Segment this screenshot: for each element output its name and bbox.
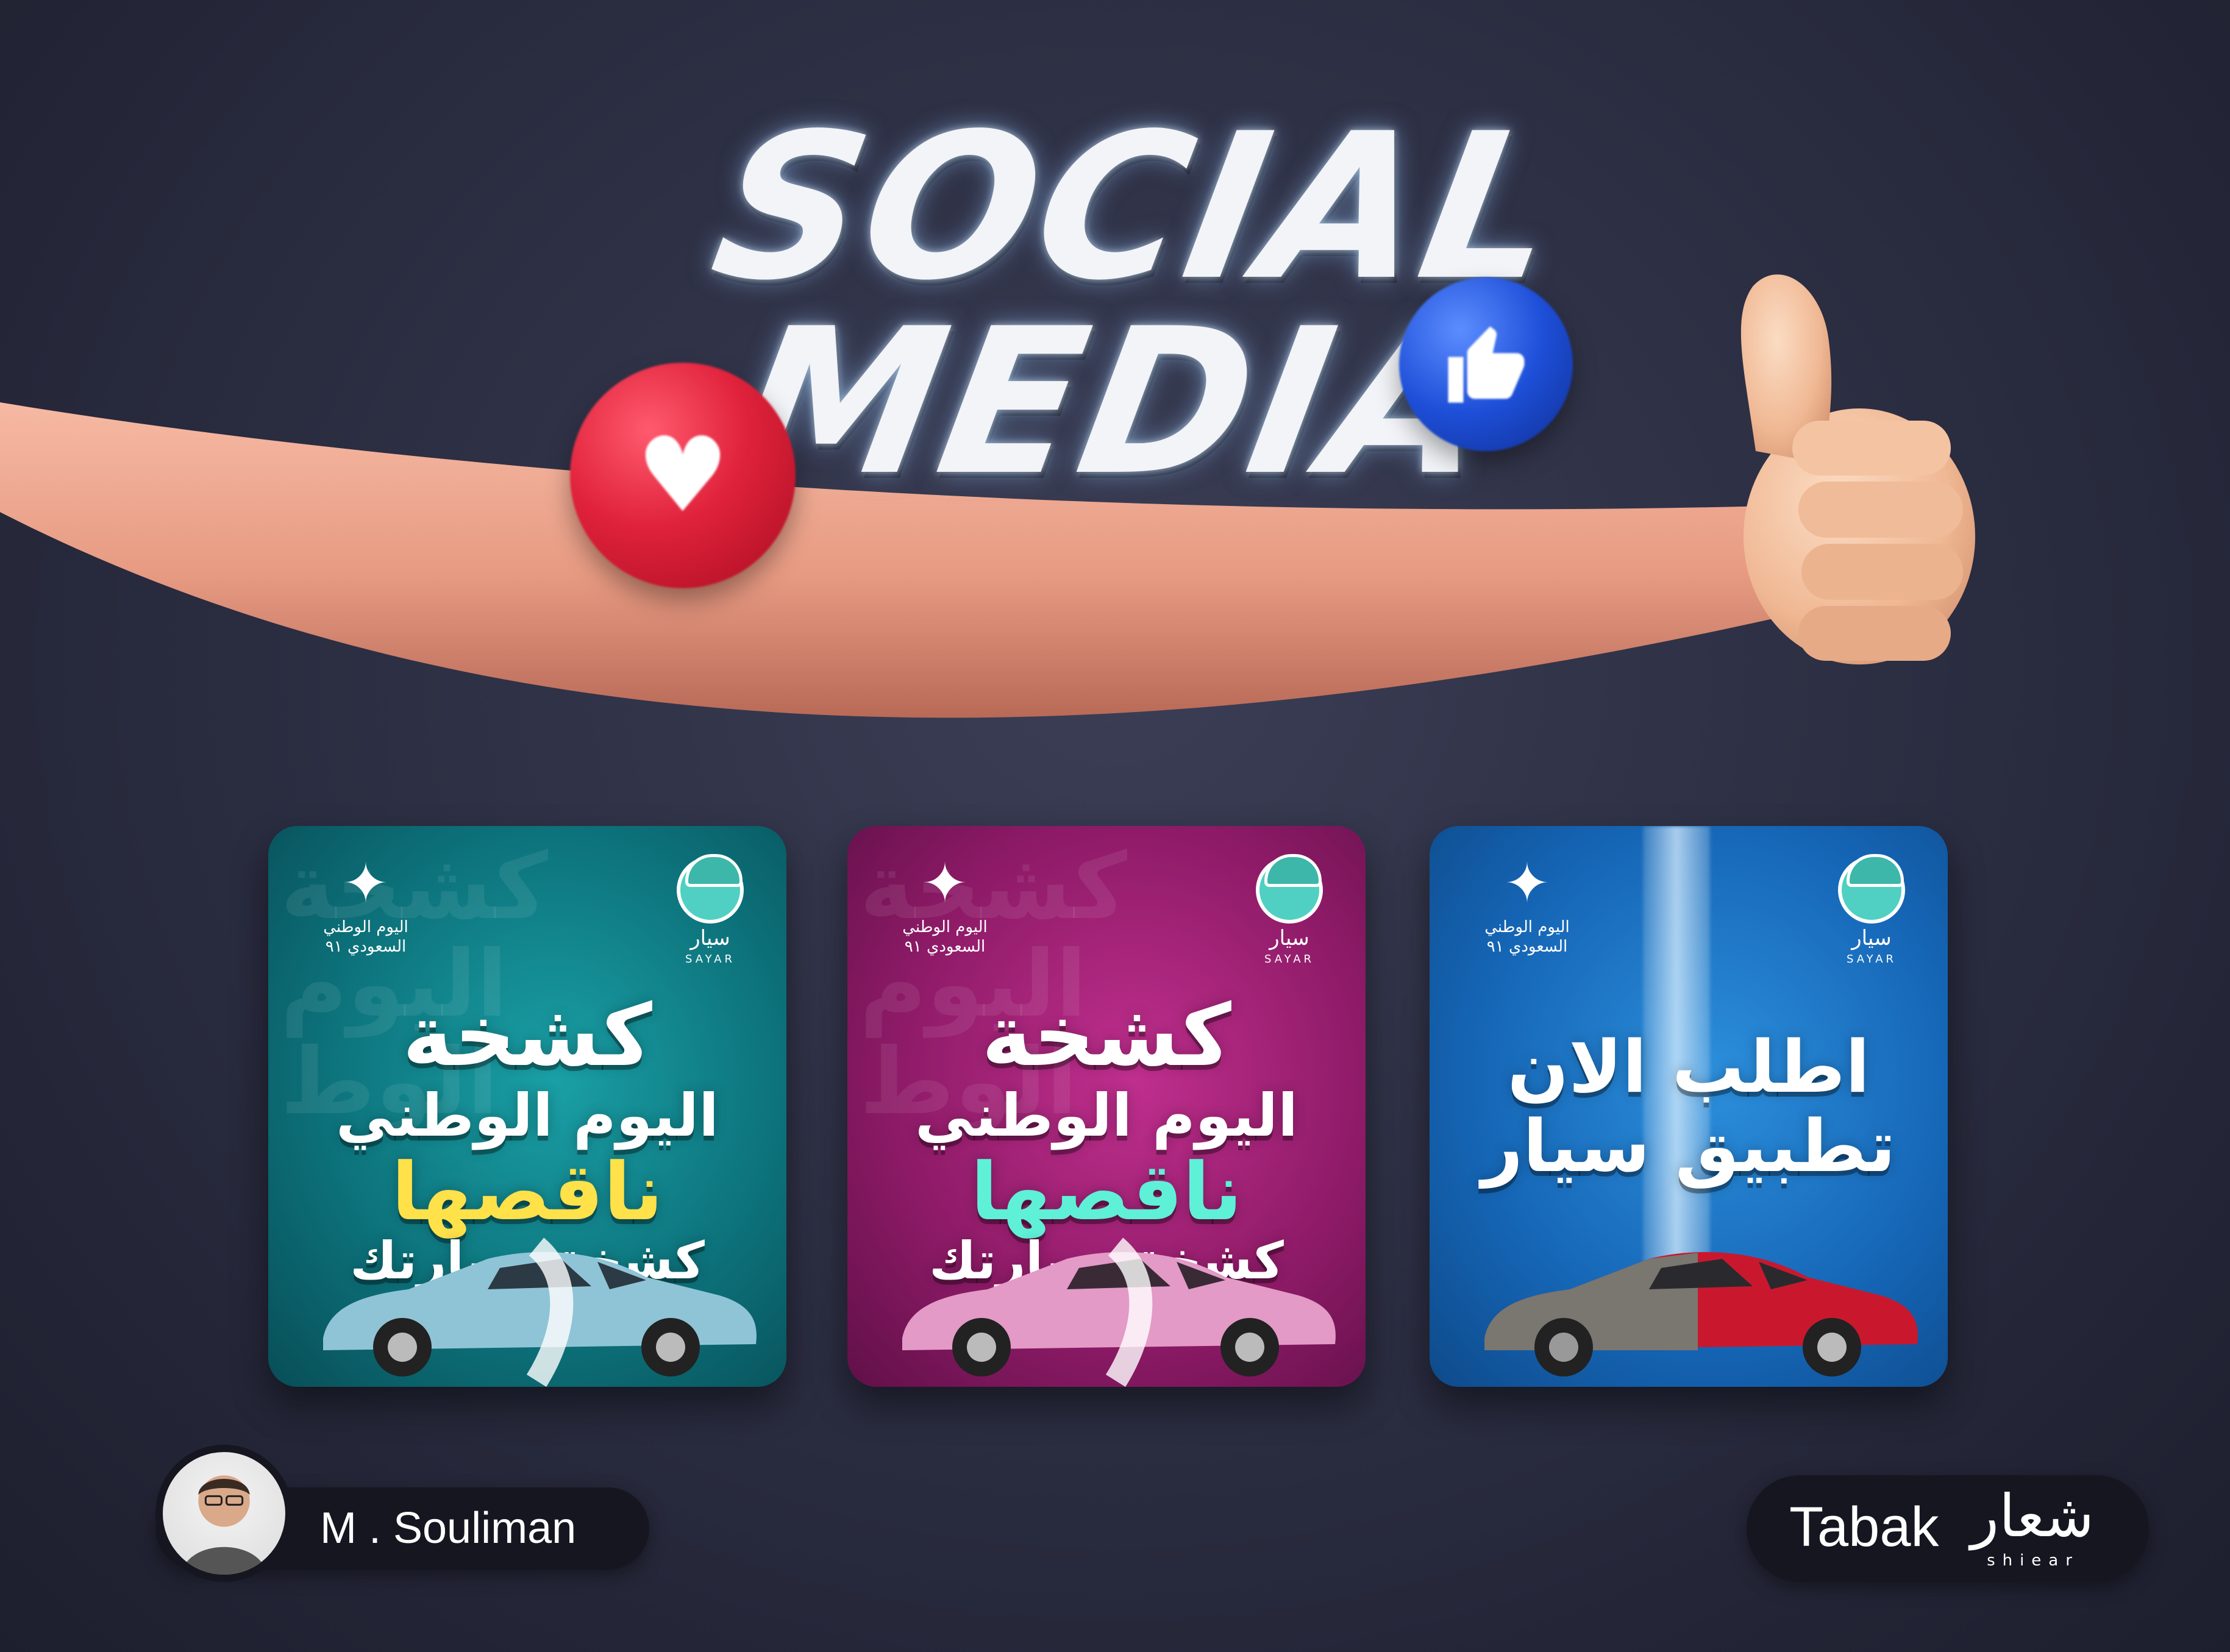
cap-mascot-icon [1838, 854, 1905, 924]
car-image [902, 1237, 1336, 1387]
cap-mascot-icon [1256, 854, 1323, 924]
person-avatar-icon [181, 1475, 267, 1575]
saudi-map-icon: ✦ [1504, 852, 1550, 916]
author-name: M . Souliman [320, 1504, 577, 1553]
heart-reaction-bubble: ♥ [570, 363, 796, 588]
avatar [155, 1445, 293, 1582]
shiear-logo-ar: شعار [1970, 1482, 2094, 1550]
headline-line-3: ناقصها [391, 1145, 663, 1238]
headline-line-1: كشخة [402, 986, 652, 1086]
hand-shape [1740, 274, 1975, 664]
post-card-teal: كشخة اليوم الوط ✦ اليوم الوطني السعودي ٩… [268, 826, 786, 1387]
heart-icon: ♥ [636, 415, 730, 536]
sayar-logo-ar: سيار [1269, 926, 1309, 950]
title-social: SOCIAL [699, 90, 1577, 324]
sayar-logo: سيار SAYAR [1820, 854, 1923, 984]
sayar-logo: سيار SAYAR [658, 854, 762, 984]
headline-line-1: اطلب الان [1507, 1025, 1870, 1109]
sayar-logo-en: SAYAR [1846, 953, 1897, 966]
post-card-blue: ✦ اليوم الوطني السعودي ٩١ سيار SAYAR اطل… [1430, 826, 1948, 1387]
saudi-map-icon: ✦ [922, 852, 968, 916]
post-card-pink: كشخة اليوم الوط ✦ اليوم الوطني السعودي ٩… [847, 826, 1366, 1387]
car-image [323, 1237, 757, 1387]
headline-line-2: اليوم الوطني [336, 1081, 719, 1150]
tabak-logo-text: Tabak [1789, 1496, 1939, 1558]
shiear-logo-en: shiear [1987, 1551, 2079, 1570]
saudi-map-icon: ✦ [343, 852, 389, 916]
title-media: MEDIA [721, 285, 1510, 519]
headline-line-1: كشخة [981, 986, 1231, 1086]
national-day-logo: ✦ اليوم الوطني السعودي ٩١ [1454, 850, 1600, 972]
sayar-logo-ar: سيار [1851, 926, 1892, 950]
sayar-logo: سيار SAYAR [1238, 854, 1341, 984]
shiear-logo: شعار shiear [1970, 1481, 2094, 1570]
national-day-label: اليوم الوطني السعودي ٩١ [323, 918, 408, 956]
headline-line-3: ناقصها [971, 1145, 1242, 1238]
national-day-logo: ✦ اليوم الوطني السعودي ٩١ [872, 850, 1018, 972]
sayar-logo-en: SAYAR [1264, 953, 1315, 966]
cap-mascot-icon [677, 854, 744, 924]
thumbs-up-icon [1448, 326, 1524, 402]
national-day-label: اليوم الوطني السعودي ٩١ [902, 918, 988, 956]
national-day-label: اليوم الوطني السعودي ٩١ [1484, 918, 1570, 956]
headline-line-2: تطبيق سيار [1481, 1104, 1896, 1188]
like-reaction-bubble [1399, 277, 1573, 451]
headline-line-2: اليوم الوطني [915, 1081, 1298, 1150]
sayar-logo-en: SAYAR [685, 953, 736, 966]
national-day-logo: ✦ اليوم الوطني السعودي ٩١ [293, 850, 439, 972]
sayar-logo-ar: سيار [690, 926, 730, 950]
car-image [1484, 1251, 1918, 1376]
